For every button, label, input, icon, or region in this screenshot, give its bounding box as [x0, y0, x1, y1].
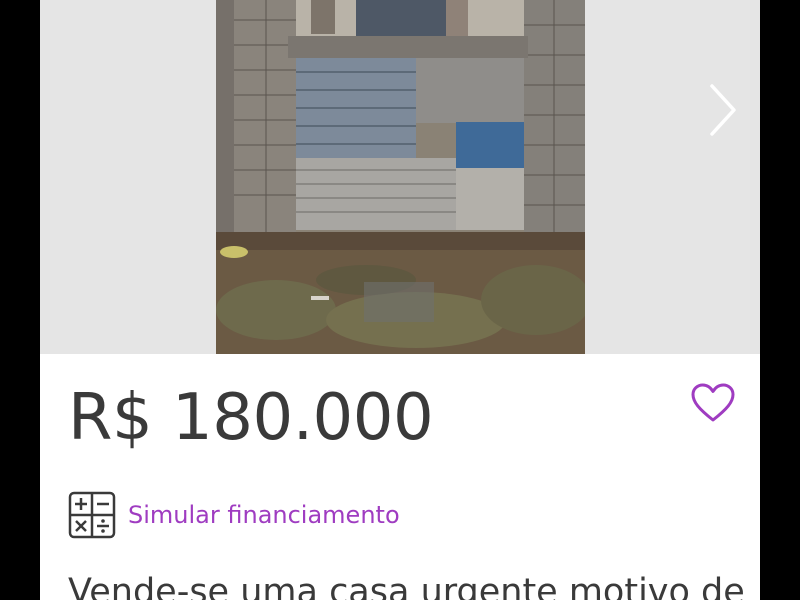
listing-card: R$ 180.000 Simular financiamento Vende-s… — [40, 0, 760, 600]
simulate-financing-link[interactable]: Simular financiamento — [68, 490, 400, 540]
listing-photo — [216, 0, 585, 354]
listing-description: Vende-se uma casa urgente motivo de — [68, 572, 745, 600]
calculator-icon — [68, 491, 116, 539]
simulate-financing-label: Simular financiamento — [128, 501, 400, 529]
heart-outline-icon[interactable] — [690, 382, 736, 424]
photo-gallery[interactable] — [40, 0, 760, 354]
chevron-right-icon[interactable] — [700, 78, 744, 142]
listing-price: R$ 180.000 — [68, 381, 434, 455]
